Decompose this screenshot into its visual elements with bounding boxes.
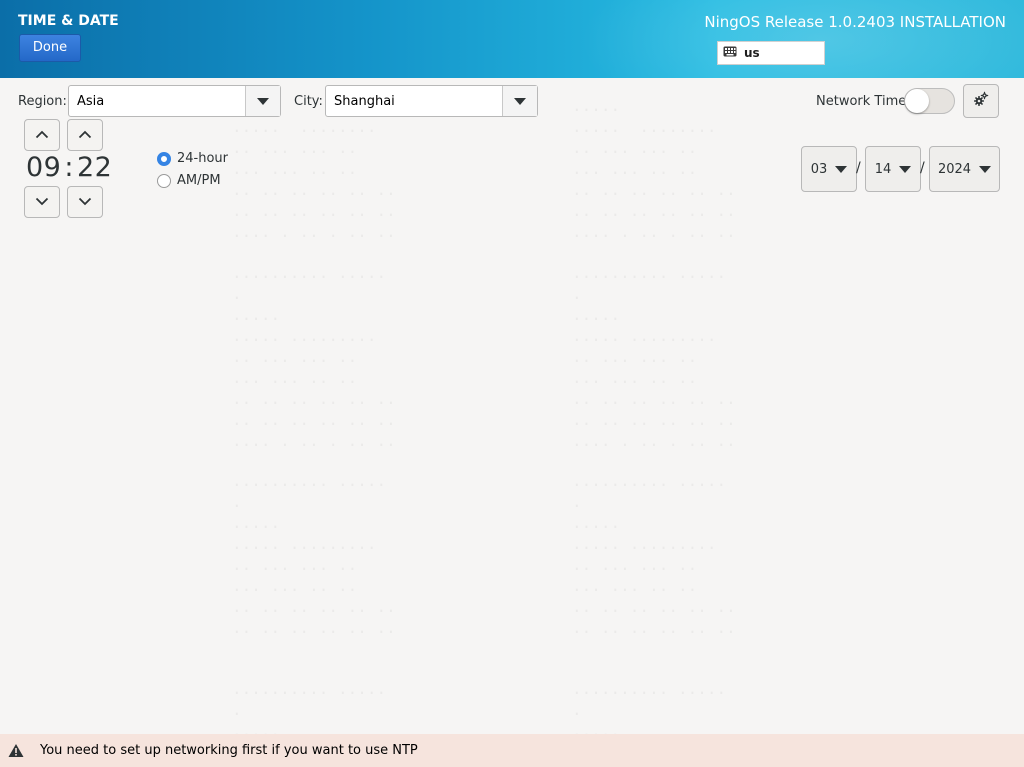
city-label: City: (294, 94, 323, 109)
chevron-down-icon (78, 195, 92, 210)
switch-knob (905, 89, 929, 113)
format-24-hour-label: 24-hour (177, 151, 229, 166)
radio-ampm[interactable] (157, 173, 171, 188)
keyboard-layout-indicator[interactable]: us (717, 41, 825, 65)
background-watermark: ..... ..... ........ .. ... ... .. ... .… (572, 95, 736, 242)
month-combobox[interactable]: 03 (801, 146, 857, 192)
keyboard-icon (723, 46, 737, 61)
chevron-up-icon (78, 128, 92, 143)
chevron-down-icon[interactable] (502, 86, 537, 116)
format-24-hour-option[interactable]: 24-hour (157, 151, 228, 166)
chevron-down-icon (835, 165, 848, 173)
date-separator: / (920, 160, 925, 176)
format-ampm-option[interactable]: AM/PM (157, 173, 221, 188)
done-button[interactable]: Done (19, 34, 81, 62)
date-separator: / (856, 160, 861, 176)
region-value: Asia (77, 93, 105, 109)
background-watermark: .......... ..... . ..... ..... .........… (232, 470, 396, 638)
time-display: 09:22 (26, 152, 112, 183)
hour-up-button[interactable] (24, 119, 60, 151)
minute-down-button[interactable] (67, 186, 103, 218)
spoke-title: TIME & DATE (18, 13, 119, 29)
background-watermark: .......... ..... . ..... ..... .........… (232, 262, 396, 451)
network-time-switch[interactable] (904, 88, 955, 114)
background-watermark: .......... ..... . ..... (232, 678, 386, 741)
gear-icon (973, 91, 989, 111)
chevron-down-icon (979, 165, 992, 173)
chevron-down-icon[interactable] (245, 86, 280, 116)
month-value: 03 (810, 161, 828, 177)
time-separator: : (64, 152, 74, 183)
day-value: 14 (874, 161, 892, 177)
ntp-settings-button[interactable] (963, 84, 999, 118)
hours-value[interactable]: 09 (26, 152, 61, 183)
minute-up-button[interactable] (67, 119, 103, 151)
keyboard-layout-label: us (744, 46, 760, 60)
hour-down-button[interactable] (24, 186, 60, 218)
day-combobox[interactable]: 14 (865, 146, 921, 192)
background-watermark: ..... ..... ........ .. ... ... .. ... .… (232, 95, 396, 242)
network-time-label: Network Time (816, 94, 907, 109)
header-bar: TIME & DATE Done NingOS Release 1.0.2403… (0, 0, 1024, 78)
minutes-value[interactable]: 22 (77, 152, 112, 183)
background-watermark: .......... ..... . ..... ..... .........… (572, 262, 736, 451)
radio-24-hour[interactable] (157, 151, 171, 166)
year-combobox[interactable]: 2024 (929, 146, 1000, 192)
format-ampm-label: AM/PM (177, 173, 221, 188)
city-combobox[interactable]: Shanghai (325, 85, 538, 117)
warning-bar: You need to set up networking first if y… (0, 734, 1024, 767)
chevron-down-icon (35, 195, 49, 210)
year-value: 2024 (937, 161, 972, 177)
chevron-down-icon (899, 165, 912, 173)
background-watermark: .......... ..... . ..... ..... .........… (572, 470, 736, 638)
region-label: Region: (18, 94, 67, 109)
background-watermark: .......... ..... . ..... (572, 678, 726, 741)
city-value: Shanghai (334, 93, 395, 109)
region-combobox[interactable]: Asia (68, 85, 281, 117)
warning-message: You need to set up networking first if y… (40, 743, 418, 758)
chevron-up-icon (35, 128, 49, 143)
warning-icon (8, 743, 24, 758)
installation-title: NingOS Release 1.0.2403 INSTALLATION (704, 13, 1006, 31)
